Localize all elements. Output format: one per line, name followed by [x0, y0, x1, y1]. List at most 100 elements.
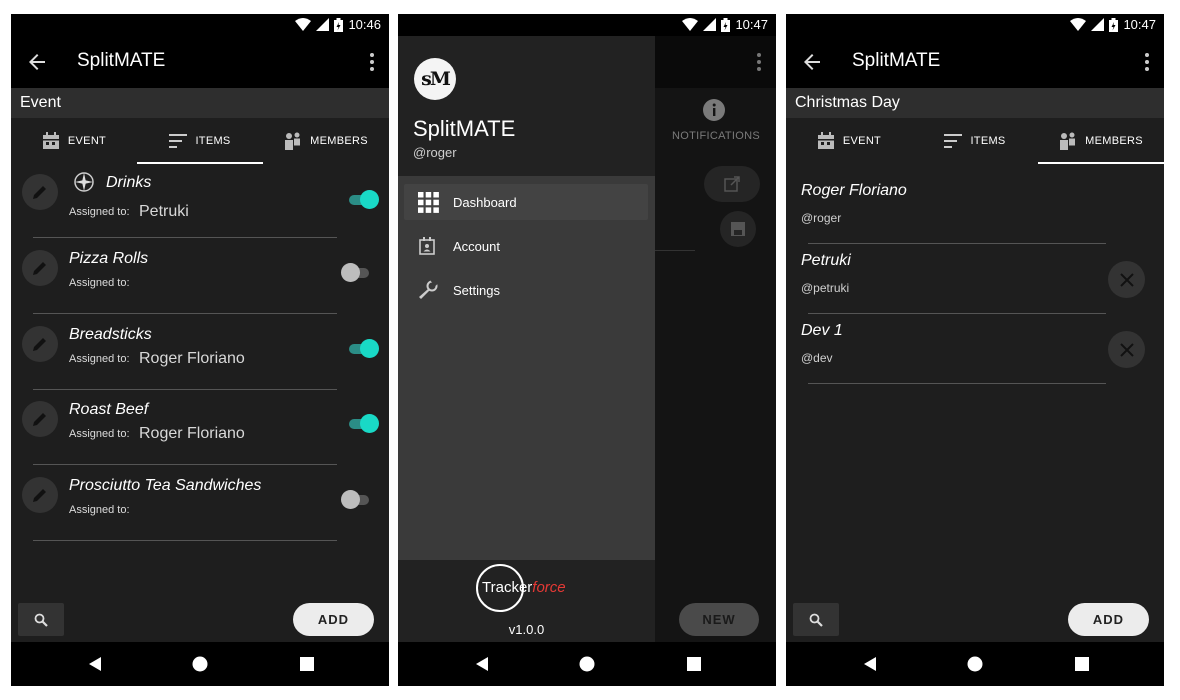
navigation-drawer: sM SplitMATE @roger Dashboard Account Se… [398, 36, 655, 642]
nav-home-icon[interactable] [191, 655, 209, 673]
member-handle: @dev [801, 351, 833, 365]
close-icon [1119, 342, 1134, 357]
event-title-bar: Christmas Day [786, 88, 1164, 118]
edit-button[interactable] [22, 174, 58, 210]
edit-button[interactable] [22, 250, 58, 286]
status-bar: 10:47 [398, 14, 776, 36]
nav-recents-icon[interactable] [298, 655, 316, 673]
tab-members[interactable]: MEMBERS [1038, 118, 1164, 164]
member-name: Petruki [801, 252, 851, 269]
app-title: SplitMATE [77, 50, 166, 71]
sort-lines-icon [169, 134, 188, 148]
back-arrow-icon[interactable] [800, 50, 824, 74]
nav-recents-icon[interactable] [1073, 655, 1091, 673]
remove-member-button[interactable] [1108, 261, 1145, 298]
drawer-username: @roger [413, 145, 457, 160]
nav-back-icon[interactable] [861, 655, 879, 673]
divider [33, 540, 337, 541]
status-bar: 10:46 [11, 14, 389, 36]
drawer-footer: Trackerforce v1.0.0 [398, 560, 655, 642]
compass-icon [74, 172, 94, 192]
nav-recents-icon[interactable] [685, 655, 703, 673]
divider [33, 237, 337, 238]
drawer-item-dashboard[interactable]: Dashboard [404, 184, 648, 220]
assignee-name: Roger Floriano [139, 425, 245, 442]
tab-members[interactable]: MEMBERS [263, 118, 389, 164]
more-vert-icon[interactable] [1144, 52, 1150, 72]
add-button[interactable]: ADD [1068, 603, 1149, 636]
nav-back-icon[interactable] [86, 655, 104, 673]
status-bar: 10:47 [786, 14, 1164, 36]
new-button: NEW [679, 603, 759, 636]
divider [33, 313, 337, 314]
battery-icon [1109, 17, 1119, 32]
status-time: 10:46 [348, 17, 381, 32]
item-toggle[interactable] [347, 413, 381, 435]
edit-button[interactable] [22, 477, 58, 513]
nav-home-icon[interactable] [578, 655, 596, 673]
tab-bar: EVENT ITEMS MEMBERS [11, 118, 389, 164]
system-nav-bar [11, 642, 389, 686]
edit-button[interactable] [22, 401, 58, 437]
item-toggle[interactable] [341, 262, 375, 284]
members-icon [1060, 132, 1076, 150]
item-toggle[interactable] [347, 189, 381, 211]
item-name: Prosciutto Tea Sandwiches [69, 477, 262, 494]
wifi-icon [682, 18, 699, 31]
cell-signal-icon [703, 18, 717, 31]
wrench-icon [419, 280, 438, 299]
item-name: Breadsticks [69, 326, 152, 343]
event-title: Christmas Day [795, 94, 900, 111]
event-title-bar: Event [11, 88, 389, 118]
search-icon [34, 613, 48, 627]
wifi-icon [295, 18, 312, 31]
pencil-icon [33, 262, 46, 275]
member-name: Dev 1 [801, 322, 843, 339]
grid-icon [418, 191, 439, 213]
remove-member-button[interactable] [1108, 331, 1145, 368]
assigned-label: Assigned to: [69, 277, 130, 289]
app-title: SplitMATE [852, 50, 941, 71]
drawer-item-label: Dashboard [453, 194, 517, 210]
tab-event[interactable]: EVENT [786, 118, 912, 164]
notifications-label: NOTIFICATIONS [672, 130, 761, 142]
edit-button[interactable] [22, 326, 58, 362]
brand-part-1: Tracker [482, 579, 533, 596]
drawer-app-name: SplitMATE [413, 116, 516, 141]
battery-icon [334, 17, 344, 32]
calendar-icon [42, 132, 59, 149]
add-button[interactable]: ADD [293, 603, 374, 636]
tab-items-label: ITEMS [195, 135, 231, 147]
tab-items[interactable]: ITEMS [137, 118, 263, 164]
drawer-item-settings[interactable]: Settings [404, 272, 648, 308]
trackerforce-logo: Trackerforce [476, 564, 581, 614]
tab-items[interactable]: ITEMS [912, 118, 1038, 164]
tab-event[interactable]: EVENT [11, 118, 137, 164]
item-toggle[interactable] [341, 489, 375, 511]
nav-home-icon[interactable] [966, 655, 984, 673]
list-item: Prosciutto Tea Sandwiches Assigned to: [11, 467, 389, 543]
member-row: Dev 1 @dev [786, 316, 1164, 386]
member-handle: @petruki [801, 281, 850, 295]
tab-members-label: MEMBERS [310, 135, 368, 147]
assigned-label: Assigned to: [69, 353, 130, 365]
search-button[interactable] [18, 603, 64, 636]
search-button[interactable] [793, 603, 839, 636]
pencil-icon [33, 186, 46, 199]
nav-back-icon[interactable] [473, 655, 491, 673]
item-name: Pizza Rolls [69, 250, 149, 267]
list-item: Pizza Rolls Assigned to: [11, 240, 389, 316]
divider [33, 389, 337, 390]
share-icon [724, 176, 740, 192]
item-toggle[interactable] [347, 338, 381, 360]
tab-items-label: ITEMS [970, 135, 1006, 147]
dimmed-notifications: NOTIFICATIONS [672, 99, 761, 142]
drawer-item-account[interactable]: Account [404, 228, 648, 264]
list-item: Breadsticks Assigned to: Roger Floriano [11, 316, 389, 392]
back-arrow-icon[interactable] [25, 50, 49, 74]
sort-lines-icon [944, 134, 963, 148]
more-vert-icon[interactable] [369, 52, 375, 72]
tab-bar: EVENT ITEMS MEMBERS [786, 118, 1164, 164]
system-nav-bar [786, 642, 1164, 686]
close-icon [1119, 272, 1134, 287]
